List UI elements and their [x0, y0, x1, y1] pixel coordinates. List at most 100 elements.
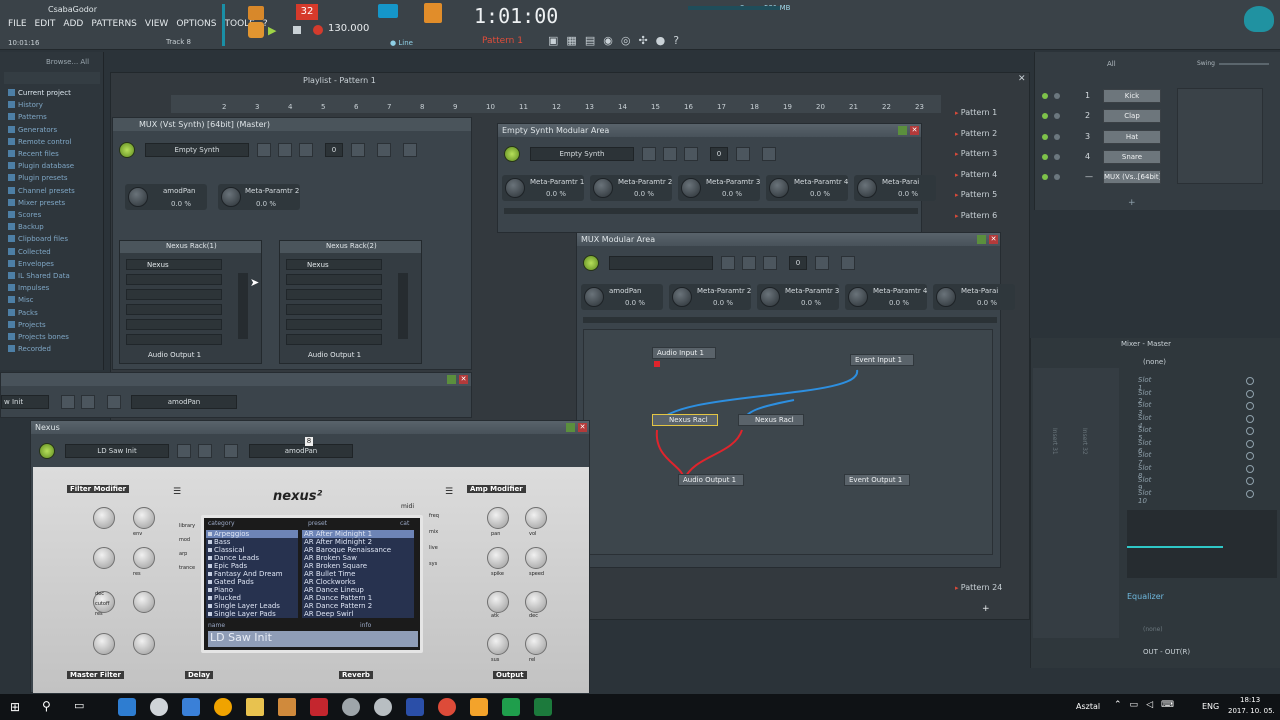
save-as-preset-icon[interactable]	[299, 143, 313, 157]
browser-item[interactable]: Collected	[8, 247, 51, 259]
channel-pan-knob[interactable]	[1054, 153, 1060, 160]
channel-pan-knob[interactable]	[1054, 93, 1060, 99]
browser-item[interactable]: Patterns	[8, 112, 47, 124]
power-button[interactable]	[583, 255, 599, 271]
route-label[interactable]: OUT - OUT(R)	[1143, 648, 1190, 656]
tempo-display[interactable]: 130.000	[328, 23, 369, 34]
rack-fader[interactable]	[238, 273, 248, 339]
browser-item[interactable]: Packs	[8, 308, 38, 320]
preset-item[interactable]: AR Baroque Renaissance	[302, 546, 414, 554]
power-button[interactable]	[504, 146, 520, 162]
amp-knob[interactable]	[525, 507, 547, 529]
slot-knob[interactable]	[1246, 439, 1254, 448]
help-icon[interactable]: ?	[673, 34, 679, 47]
save-icon[interactable]: ▣	[548, 34, 558, 47]
strip-preset[interactable]: w Init	[1, 395, 49, 409]
save-as-preset-icon[interactable]	[763, 256, 777, 270]
play-button[interactable]: ▶	[268, 24, 276, 37]
category-item[interactable]: Plucked	[206, 594, 298, 602]
pattern-item[interactable]: ▸ Pattern 5	[955, 190, 997, 199]
save-as-preset-icon[interactable]	[684, 147, 698, 161]
nexus-tab[interactable]: freq	[429, 513, 439, 519]
filter-knob[interactable]	[93, 507, 115, 529]
menu-file[interactable]: FILE	[8, 19, 27, 29]
amp-knob[interactable]	[487, 507, 509, 529]
browser-header[interactable]: Browse... All	[46, 58, 89, 66]
amp-knob[interactable]	[525, 633, 547, 655]
plugin-icon[interactable]: ◎	[621, 34, 631, 47]
eq-preset[interactable]: (none)	[1143, 626, 1163, 633]
browser-item[interactable]: Misc	[8, 295, 33, 307]
app-icon-1[interactable]	[118, 698, 136, 716]
rack-slot-6[interactable]	[286, 334, 382, 345]
param-knob[interactable]	[857, 178, 877, 198]
pattern-item[interactable]: ▸ Pattern 4	[955, 170, 997, 179]
pattern-item[interactable]: ▸ Pattern 24	[955, 583, 1002, 592]
audio-output-node[interactable]: Audio Output 1	[678, 474, 744, 486]
route-icon[interactable]	[815, 256, 829, 270]
loop-record-button[interactable]	[248, 22, 264, 38]
add-pattern-icon[interactable]: +	[982, 604, 990, 614]
pattern-selector[interactable]: Pattern 1	[482, 36, 523, 46]
category-item[interactable]: Single Layer Leads	[206, 602, 298, 610]
rack-slot-3[interactable]	[126, 289, 222, 300]
nexus-preset[interactable]: LD Saw Init	[65, 444, 169, 458]
save-preset-icon[interactable]	[81, 395, 95, 409]
network-icon[interactable]: ▭	[1130, 700, 1139, 710]
audio-input-node[interactable]: Audio Input 1	[652, 347, 716, 359]
chrome-icon[interactable]	[438, 698, 456, 716]
slot-knob[interactable]	[1246, 452, 1254, 460]
rack-slot-5[interactable]	[126, 319, 222, 330]
param-control[interactable]: Meta-Paramtr 4 0.0 %	[766, 175, 848, 201]
close-button[interactable]: ✕	[989, 235, 998, 244]
close-button[interactable]: ✕	[910, 126, 919, 135]
preset-selector[interactable]	[609, 256, 713, 270]
browser-item[interactable]: Recent files	[8, 149, 59, 161]
mux-vst-param-1[interactable]: amodPan 0.0 %	[125, 184, 207, 210]
browser-item[interactable]: History	[8, 100, 43, 112]
browser-item[interactable]: Envelopes	[8, 259, 54, 271]
audio-input-port[interactable]	[654, 361, 660, 367]
record-button[interactable]	[313, 25, 323, 35]
nexus-rack-node-b[interactable]: Nexus Racl	[738, 414, 804, 426]
browser-item[interactable]: Projects bones	[8, 332, 69, 344]
save-preset-icon[interactable]	[742, 256, 756, 270]
channel-button[interactable]: MUX (Vs..[64bit]	[1103, 170, 1161, 185]
preset-item[interactable]: AR Broken Saw	[302, 554, 414, 562]
filter-knob[interactable]	[133, 547, 155, 569]
pattern-item[interactable]: ▸ Pattern 3	[955, 149, 997, 158]
preset-selector[interactable]: Empty Synth	[530, 147, 634, 161]
rack-slot-3[interactable]	[286, 289, 382, 300]
browser-item[interactable]: Clipboard files	[8, 234, 68, 246]
save-preset-icon[interactable]	[198, 444, 212, 458]
rack-slot-1[interactable]: Nexus	[286, 259, 382, 270]
browser-item[interactable]: Current project	[8, 88, 71, 100]
search-icon[interactable]: ⚲	[42, 699, 51, 713]
channel-icon[interactable]: ✣	[638, 34, 647, 47]
browser-item[interactable]: IL Shared Data	[8, 271, 70, 283]
folder-icon[interactable]	[246, 698, 264, 716]
desktop-label[interactable]: Asztal	[1076, 702, 1100, 711]
browser-item[interactable]: Mixer presets	[8, 198, 65, 210]
pencil-icon[interactable]	[377, 143, 391, 157]
mic-icon[interactable]: ●	[656, 34, 666, 47]
rack-slot-1[interactable]: Nexus	[126, 259, 222, 270]
channel-button[interactable]: Kick	[1103, 89, 1161, 103]
nexus-tab[interactable]: mod	[179, 537, 190, 543]
rack-slot-2[interactable]	[126, 274, 222, 285]
channel-pan-knob[interactable]	[1054, 133, 1060, 140]
slot-knob[interactable]	[1246, 377, 1254, 385]
filter-knob[interactable]	[133, 591, 155, 613]
browser-item[interactable]: Generators	[8, 125, 57, 137]
app-icon-9[interactable]	[374, 698, 392, 716]
rack-slot-4[interactable]	[126, 304, 222, 315]
nexus-tab[interactable]: sys	[429, 561, 437, 567]
minimize-button[interactable]	[898, 126, 907, 135]
param-knob[interactable]	[593, 178, 613, 198]
nexus-tab[interactable]: mix	[429, 529, 438, 535]
speaker-icon[interactable]: ◁	[1146, 700, 1153, 710]
swing-slider[interactable]	[1219, 63, 1269, 65]
filter-knob[interactable]	[93, 633, 115, 655]
amp-knob[interactable]	[487, 547, 509, 569]
channel-filter[interactable]: All	[1107, 60, 1116, 68]
